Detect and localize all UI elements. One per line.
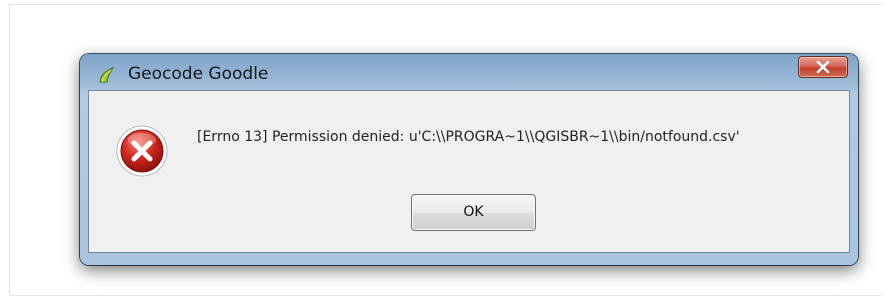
error-icon [115,124,169,178]
qgis-logo-icon [98,66,116,84]
error-message: [Errno 13] Permission denied: u'C:\\PROG… [197,129,740,145]
error-dialog: Geocode Goodle [Errno 13] Permission den… [80,54,858,265]
ok-button[interactable]: OK [411,194,536,231]
window-title: Geocode Goodle [128,64,269,84]
close-button[interactable] [798,56,848,78]
dialog-body: [Errno 13] Permission denied: u'C:\\PROG… [88,90,850,253]
title-bar[interactable]: Geocode Goodle [80,54,858,90]
close-icon [816,61,830,73]
